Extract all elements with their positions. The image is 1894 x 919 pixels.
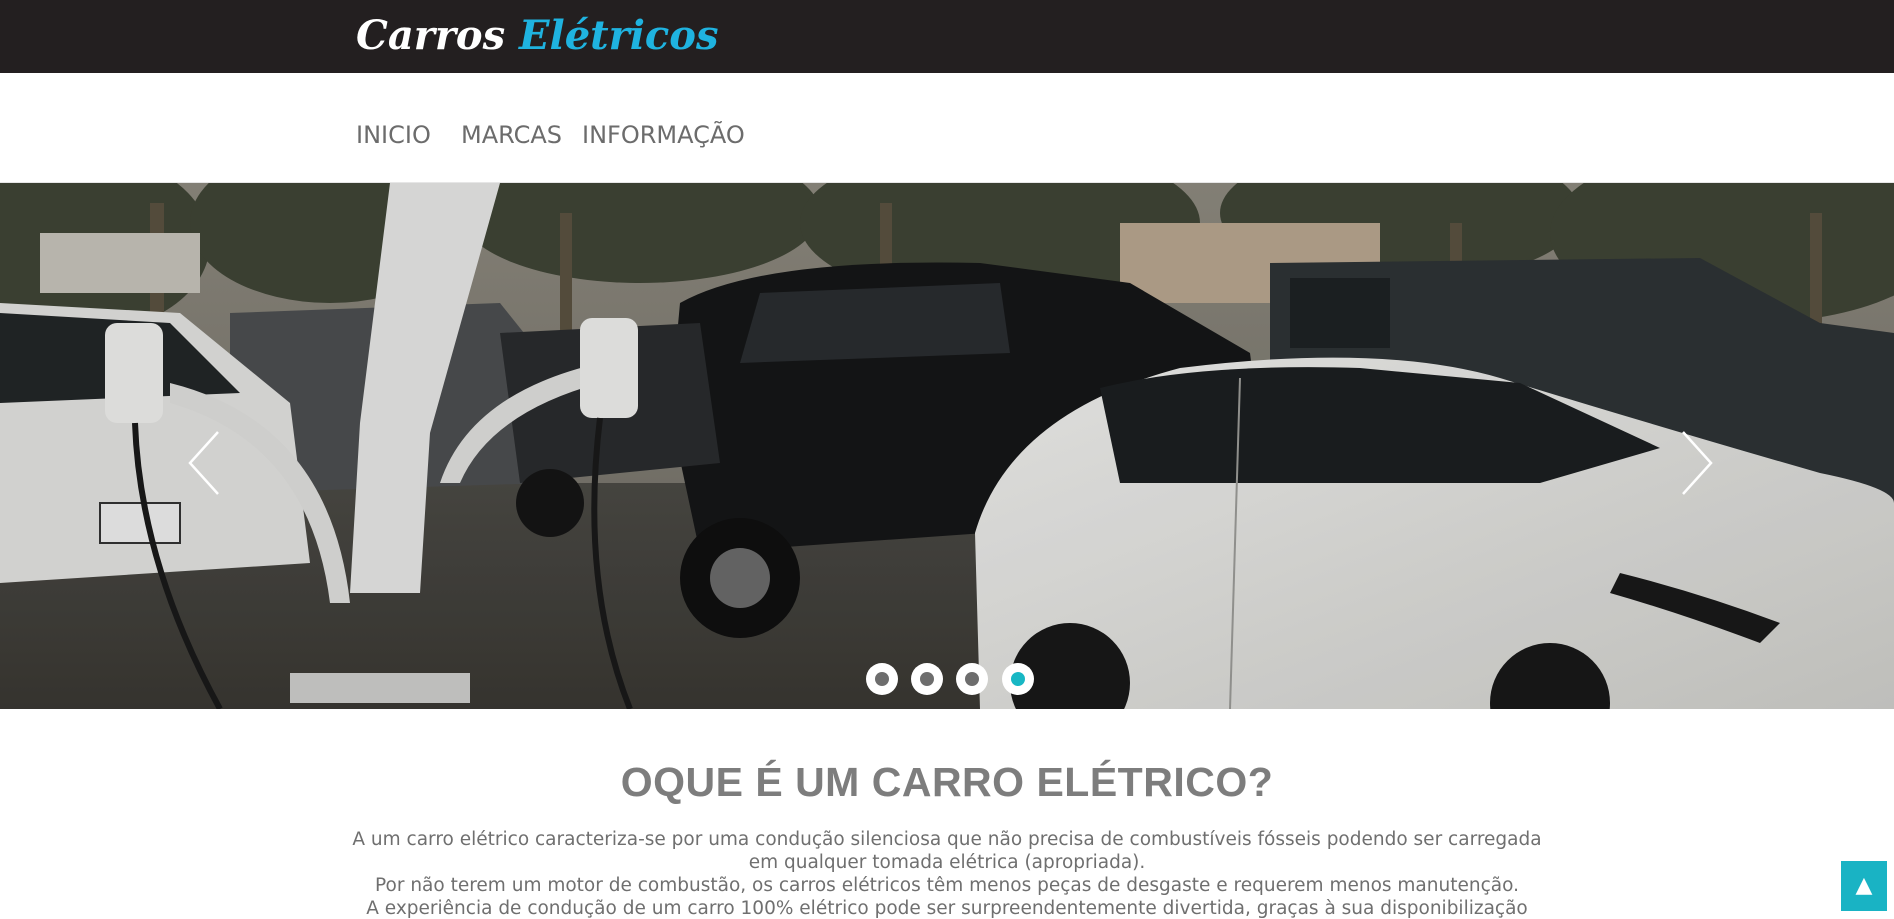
nav-item-inicio[interactable]: INICIO bbox=[356, 121, 431, 149]
main-navigation: INICIO MARCAS INFORMAÇÃO bbox=[0, 73, 1894, 183]
carousel-indicators bbox=[866, 663, 1036, 695]
up-triangle-icon: ▲ bbox=[1855, 873, 1873, 898]
carousel-indicator-2[interactable] bbox=[911, 663, 943, 695]
nav-item-informacao[interactable]: INFORMAÇÃO bbox=[582, 121, 745, 149]
carousel-next-button[interactable] bbox=[1675, 428, 1715, 498]
carousel-indicator-4[interactable] bbox=[1002, 663, 1034, 695]
carousel-prev-button[interactable] bbox=[186, 428, 226, 498]
back-to-top-button[interactable]: ▲ bbox=[1841, 861, 1887, 911]
chevron-left-icon bbox=[188, 431, 219, 495]
paragraph-line-2: em qualquer tomada elétrica (apropriada)… bbox=[748, 852, 1146, 873]
paragraph-line-3: Por não terem um motor de combustão, os … bbox=[375, 875, 1519, 896]
site-logo[interactable]: Carros Elétricos bbox=[356, 6, 718, 66]
chevron-right-icon bbox=[1682, 431, 1713, 495]
carousel-slide-image bbox=[0, 183, 1894, 709]
nav-item-marcas[interactable]: MARCAS bbox=[461, 121, 562, 149]
image-carousel bbox=[0, 183, 1894, 709]
main-content: OQUE É UM CARRO ELÉTRICO? A um carro elé… bbox=[0, 709, 1894, 919]
carousel-indicator-1[interactable] bbox=[866, 663, 898, 695]
logo-text-carros: Carros bbox=[356, 12, 506, 59]
logo-text-eletricos: Elétricos bbox=[519, 12, 719, 59]
paragraph-line-1: A um carro elétrico caracteriza-se por u… bbox=[352, 829, 1542, 850]
paragraph-line-4: A experiência de condução de um carro 10… bbox=[366, 898, 1528, 919]
top-bar: Carros Elétricos bbox=[0, 0, 1894, 73]
carousel-indicator-3[interactable] bbox=[956, 663, 988, 695]
section-heading: OQUE É UM CARRO ELÉTRICO? bbox=[620, 759, 1274, 805]
